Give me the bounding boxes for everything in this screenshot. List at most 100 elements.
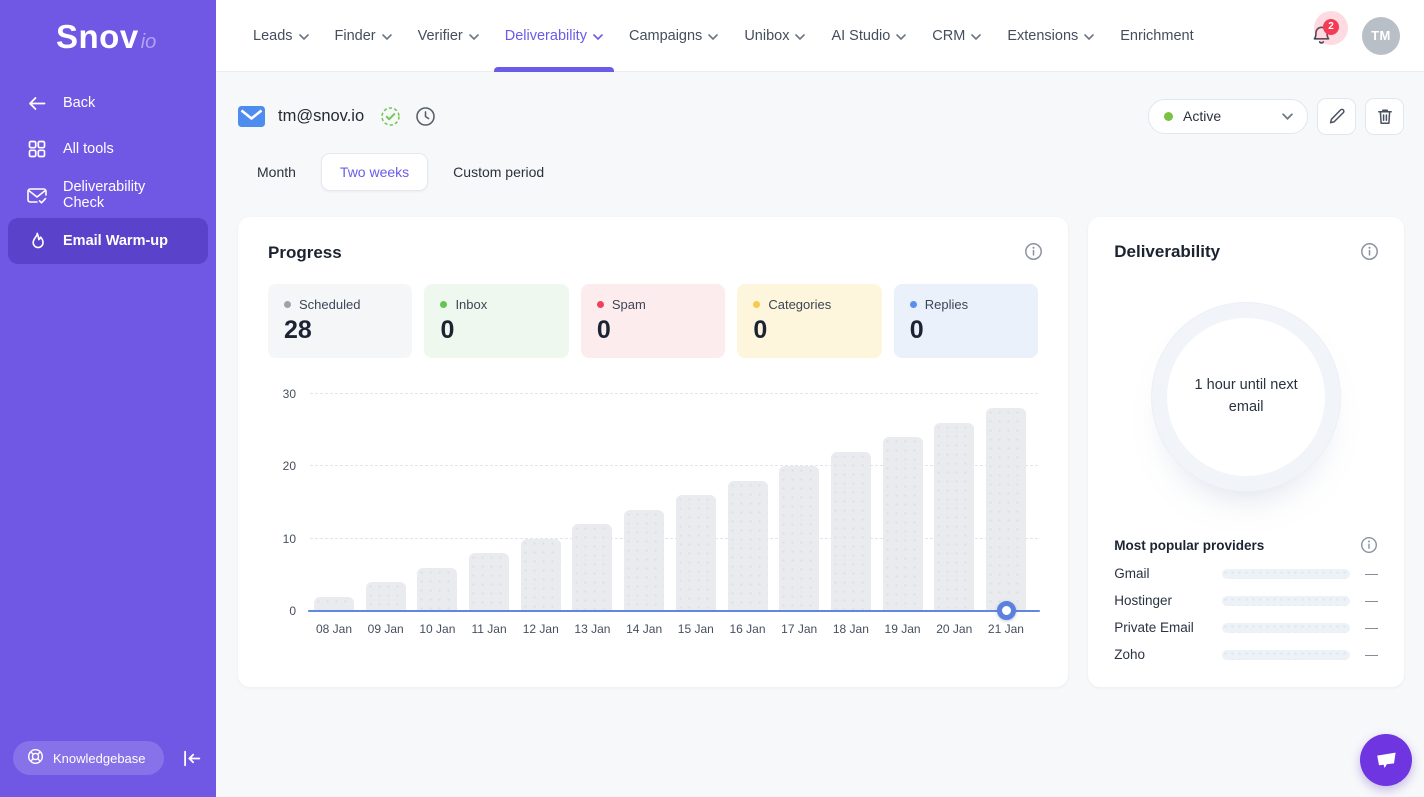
nav-item-enrichment[interactable]: Enrichment [1107,0,1206,72]
provider-value: — [1360,566,1378,581]
nav-item-deliverability[interactable]: Deliverability [492,0,616,72]
stat-card-scheduled: Scheduled28 [268,284,412,358]
delete-button[interactable] [1365,98,1404,135]
bar-11-jan[interactable] [469,553,509,611]
status-label: Active [1183,108,1221,124]
nav-item-label: Finder [335,28,376,44]
bar-19-jan[interactable] [883,437,923,611]
provider-name: Private Email [1114,620,1212,635]
verified-icon[interactable] [380,106,401,127]
nav-item-label: Campaigns [629,28,702,44]
nav-item-crm[interactable]: CRM [919,0,994,72]
stat-card-inbox: Inbox0 [424,284,568,358]
chevron-down-icon [971,34,981,40]
sidebar-footer: Knowledgebase [0,741,216,797]
bar-18-jan[interactable] [831,452,871,611]
sidebar-item-deliverability-check[interactable]: Deliverability Check [8,172,208,218]
provider-progress-bar [1222,596,1350,606]
sidebar-item-all-tools[interactable]: All tools [8,126,208,172]
nav-item-unibox[interactable]: Unibox [731,0,818,72]
progress-stats: Scheduled28Inbox0Spam0Categories0Replies… [268,284,1038,358]
nav-item-leads[interactable]: Leads [240,0,322,72]
account-actions: Active [1148,98,1404,135]
x-tick-label: 14 Jan [624,622,664,636]
deliverability-info-icon[interactable] [1360,242,1379,261]
bar-09-jan[interactable] [366,582,406,611]
chat-bubble-icon [1373,748,1400,772]
edit-button[interactable] [1317,98,1356,135]
nav-item-extensions[interactable]: Extensions [994,0,1107,72]
nav-item-campaigns[interactable]: Campaigns [616,0,731,72]
stat-label: Inbox [455,297,487,312]
stat-label: Categories [768,297,831,312]
period-tabs: MonthTwo weeksCustom period [238,153,1404,191]
chart-zero-line [308,610,1040,613]
avatar[interactable]: TM [1362,17,1400,55]
provider-value: — [1360,647,1378,662]
knowledgebase-button[interactable]: Knowledgebase [13,741,164,775]
x-tick-label: 15 Jan [676,622,716,636]
bar-21-jan[interactable] [986,408,1026,611]
provider-progress-bar [1222,569,1350,579]
top-right-controls: 2 TM [1304,17,1400,55]
chevron-down-icon [896,34,906,40]
nav-item-label: Unibox [744,28,789,44]
nav-item-label: Enrichment [1120,28,1193,44]
bar-08-jan[interactable] [314,597,354,611]
notification-badge: 2 [1323,19,1339,35]
tab-two-weeks[interactable]: Two weeks [321,153,428,191]
chart-plot-area [314,394,1026,611]
nav-item-label: Deliverability [505,28,587,44]
providers-info-icon[interactable] [1360,536,1378,554]
main-content: tm@snov.io Active MonthTwo weeksCustom p… [216,72,1424,797]
bar-16-jan[interactable] [728,481,768,611]
sidebar: Snovio BackAll toolsDeliverability Check… [0,0,216,797]
x-tick-label: 09 Jan [366,622,406,636]
deliverability-card: Deliverability 1 hour until next email M… [1088,217,1404,687]
progress-title: Progress [268,243,1038,263]
nav-item-label: CRM [932,28,965,44]
sidebar-item-back[interactable]: Back [8,80,208,126]
nav-item-verifier[interactable]: Verifier [405,0,492,72]
chart-point-marker[interactable] [997,601,1016,620]
provider-name: Hostinger [1114,593,1212,608]
provider-row-private-email: Private Email— [1114,614,1378,641]
warmup-chart: 0102030 08 Jan09 Jan10 Jan11 Jan12 Jan13… [268,394,1038,644]
nav-item-finder[interactable]: Finder [322,0,405,72]
bar-17-jan[interactable] [779,466,819,611]
bar-15-jan[interactable] [676,495,716,611]
stat-value: 0 [753,316,865,345]
brand-logo[interactable]: Snovio [0,0,216,74]
progress-info-icon[interactable] [1024,242,1043,261]
bar-10-jan[interactable] [417,568,457,611]
sidebar-item-email-warm-up[interactable]: Email Warm-up [8,218,208,264]
chart-x-axis: 08 Jan09 Jan10 Jan11 Jan12 Jan13 Jan14 J… [314,622,1026,636]
bar-12-jan[interactable] [521,539,561,611]
provider-progress-bar [1222,623,1350,633]
tab-custom-period[interactable]: Custom period [434,153,563,191]
flame-icon [26,230,48,252]
collapse-sidebar-icon[interactable] [183,750,202,767]
provider-row-hostinger: Hostinger — [1114,587,1378,614]
status-dropdown[interactable]: Active [1148,99,1308,134]
chevron-down-icon [593,34,603,40]
provider-row-gmail: Gmail— [1114,560,1378,587]
bar-20-jan[interactable] [934,423,974,611]
chat-widget-button[interactable] [1360,734,1412,786]
email-address: tm@snov.io [278,107,364,126]
stat-dot [597,301,604,308]
stat-dot [440,301,447,308]
envelope-icon [238,106,265,127]
nav-item-ai-studio[interactable]: AI Studio [818,0,919,72]
stat-dot [910,301,917,308]
clock-icon[interactable] [415,106,436,127]
tab-month[interactable]: Month [238,153,315,191]
bar-14-jan[interactable] [624,510,664,611]
brand-logo-suffix: io [141,31,157,54]
notifications-button[interactable]: 2 [1304,19,1338,53]
chart-bars [314,394,1026,611]
stat-value: 0 [910,316,1022,345]
chevron-down-icon [795,34,805,40]
provider-value: — [1360,593,1378,608]
bar-13-jan[interactable] [572,524,612,611]
